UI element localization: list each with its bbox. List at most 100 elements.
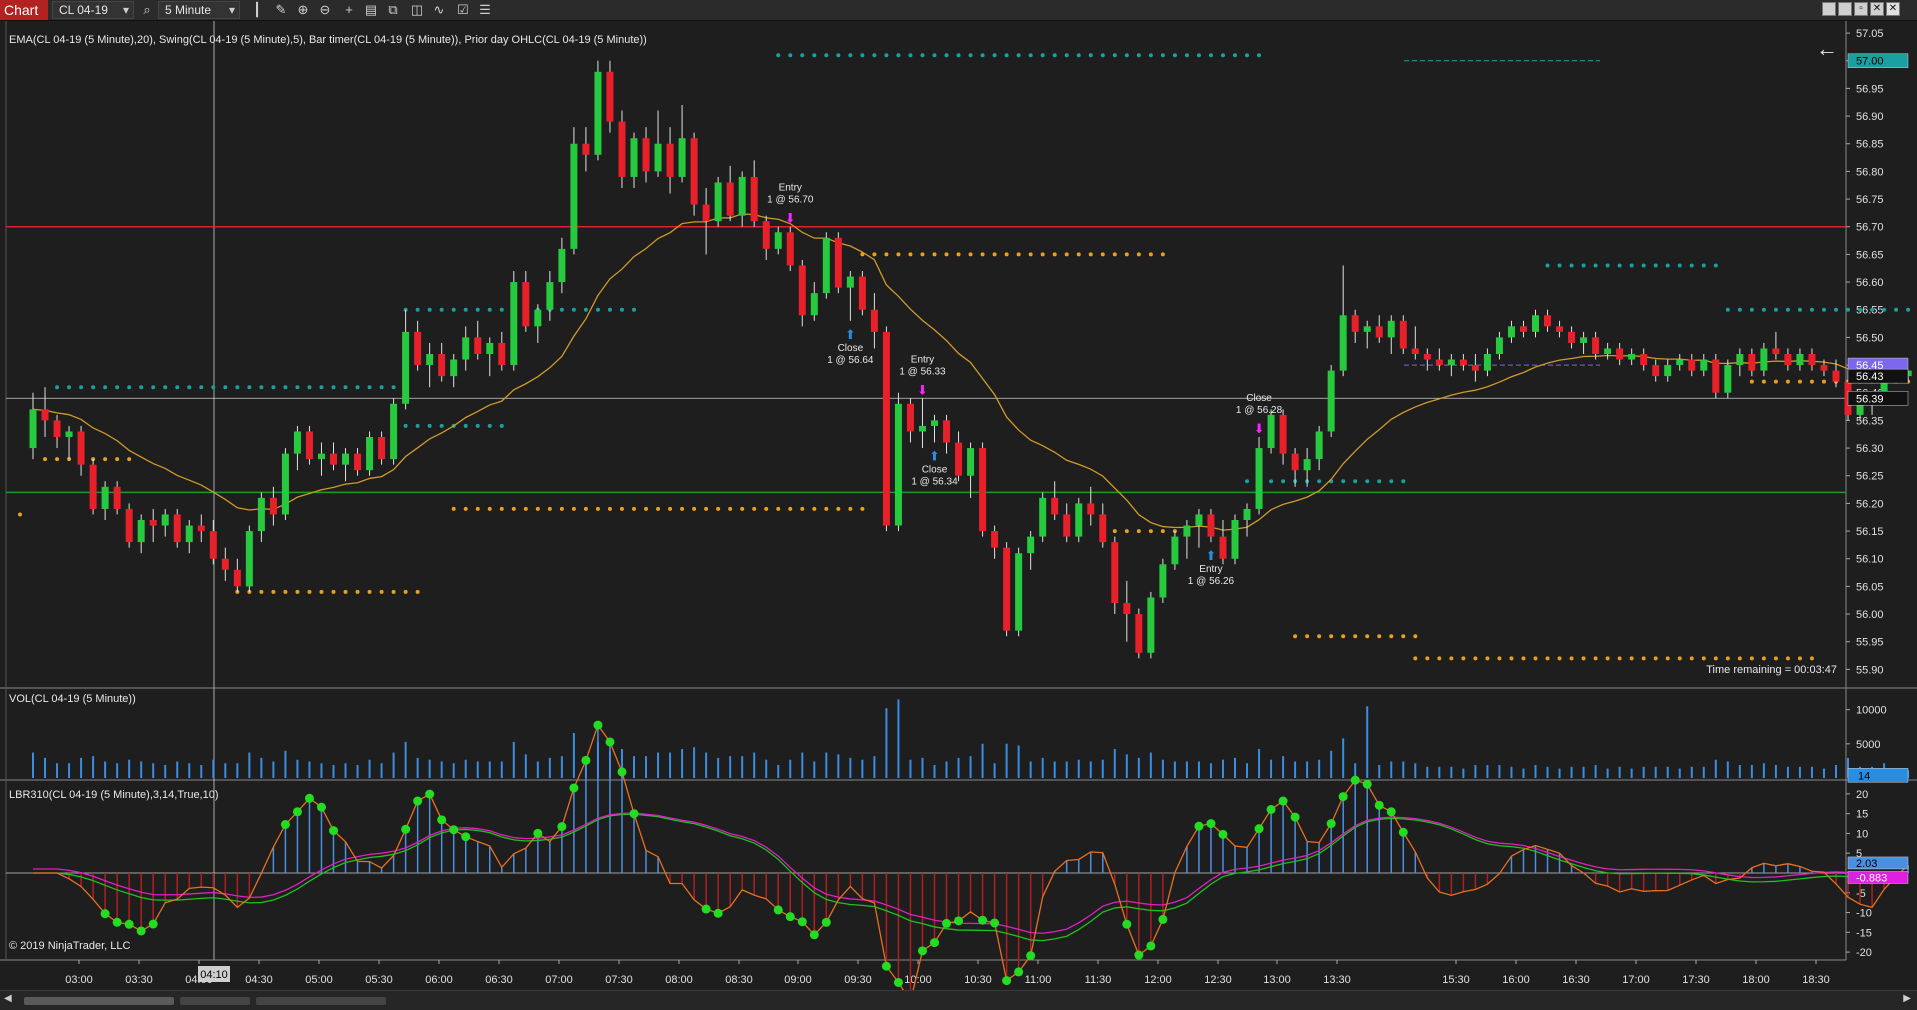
swing-low-dot [1028, 252, 1033, 257]
swing-low-dot [1785, 656, 1790, 661]
swing-high-dot [1112, 53, 1117, 58]
volume-bar [729, 756, 732, 778]
candle-body [1243, 508, 1251, 520]
swing-low-dot [908, 252, 913, 257]
swing-high-dot [1401, 479, 1406, 484]
volume-bar [1678, 768, 1681, 778]
swing-high-dot [319, 385, 324, 390]
candle-body [558, 248, 566, 283]
osc-signal-dot [930, 938, 939, 948]
vol-tick-label: 5000 [1856, 739, 1880, 751]
volume-bar [152, 763, 155, 778]
swing-low-dot [1305, 634, 1310, 639]
candle-body [1159, 564, 1167, 598]
swing-high-dot [187, 385, 192, 390]
swing-high-dot [1557, 263, 1562, 268]
volume-bar [1306, 761, 1309, 778]
volume-bar [1762, 763, 1765, 778]
swing-high-dot [824, 53, 829, 58]
candle-body [894, 403, 902, 526]
swing-high-dot [1545, 263, 1550, 268]
swing-high-dot [211, 385, 216, 390]
swing-low-dot [1521, 656, 1526, 661]
swing-low-dot [1509, 656, 1514, 661]
candle-body [1760, 348, 1768, 371]
swing-high-dot [1605, 263, 1610, 268]
swing-low-dot [115, 457, 120, 462]
swing-low-dot [1617, 656, 1622, 661]
candle-body [1207, 514, 1215, 537]
osc-signal-dot [629, 809, 639, 819]
swing-low-dot [367, 589, 372, 594]
swing-low-dot [1341, 634, 1346, 639]
osc-tick-label: -5 [1856, 888, 1866, 900]
price-tick-label: 56.15 [1856, 526, 1884, 538]
osc-tick-label: 10 [1856, 828, 1868, 840]
time-tick-label: 05:30 [365, 974, 393, 986]
osc-signal-dot [1194, 821, 1204, 831]
swing-high-dot [607, 307, 612, 312]
volume-bar [44, 757, 47, 778]
time-tick-label: 09:00 [784, 974, 812, 986]
swing-high-dot [283, 385, 288, 390]
osc-signal-dot [304, 793, 314, 803]
swing-high-dot [1196, 53, 1201, 58]
swing-high-dot [499, 423, 504, 428]
swing-high-dot [1737, 307, 1742, 312]
swing-low-dot [680, 506, 685, 511]
swing-high-dot [295, 385, 300, 390]
candle-body [1363, 326, 1371, 332]
price-tick-label: 56.10 [1856, 554, 1884, 566]
osc-signal-dot [280, 819, 290, 829]
trade-price: 1 @ 56.28 [1236, 405, 1283, 416]
price-tick-label: 56.65 [1856, 249, 1884, 261]
candle-body [486, 342, 494, 354]
chart-area[interactable]: 57.05 57.00 56.95 56.90 56.85 56.80 56.75 56.70… [0, 0, 1917, 1009]
scroll-left-icon[interactable]: ◀ [4, 993, 12, 1004]
swing-low-dot [271, 589, 276, 594]
volume-bar [344, 763, 347, 778]
swing-low-dot [860, 506, 865, 511]
arrow-left-icon[interactable]: ← [1816, 36, 1838, 62]
swing-high-dot [1389, 479, 1394, 484]
osc-signal-dot [1290, 812, 1300, 822]
scroll-thumb[interactable] [24, 997, 174, 1005]
time-tick-label: 08:00 [665, 974, 693, 986]
volume-bar [849, 757, 852, 778]
swing-high-dot [439, 423, 444, 428]
time-tick-label: 12:30 [1204, 974, 1232, 986]
volume-bar [801, 752, 804, 778]
volume-bar [1258, 749, 1261, 778]
trade-price: 1 @ 56.64 [827, 355, 874, 366]
swing-high-dot [1341, 479, 1346, 484]
candle-body [281, 453, 289, 515]
swing-low-dot [956, 252, 961, 257]
swing-low-dot [55, 457, 60, 462]
swing-low-dot [307, 589, 312, 594]
volume-bar [1522, 768, 1525, 778]
sell-arrow-icon: ⬇ [1254, 422, 1265, 437]
volume-bar [32, 752, 34, 778]
scroll-thumb-2[interactable] [180, 997, 250, 1005]
swing-high-dot [1184, 53, 1189, 58]
candle-body [1351, 315, 1359, 332]
volume-bar [560, 756, 563, 778]
scroll-right-icon[interactable]: ▶ [1903, 993, 1911, 1004]
volume-bar [1786, 766, 1789, 778]
volume-bar [1209, 763, 1212, 778]
swing-low-dot [1293, 634, 1298, 639]
scroll-thumb-3[interactable] [256, 997, 386, 1005]
osc-signal-dot [316, 802, 326, 812]
volume-bar [1474, 765, 1477, 778]
osc-tick-label: 15 [1856, 809, 1868, 821]
swing-high-dot [1004, 53, 1009, 58]
swing-high-dot [1725, 307, 1730, 312]
osc-signal-dot [617, 767, 627, 777]
candle-body [918, 425, 926, 432]
swing-low-dot [1437, 656, 1442, 661]
volume-bar [1041, 757, 1044, 778]
swing-high-dot [1653, 263, 1658, 268]
osc-tick-label: -20 [1856, 947, 1872, 959]
horizontal-scrollbar[interactable]: ◀ ▶ [0, 990, 1917, 1010]
candle-body [1832, 370, 1840, 382]
